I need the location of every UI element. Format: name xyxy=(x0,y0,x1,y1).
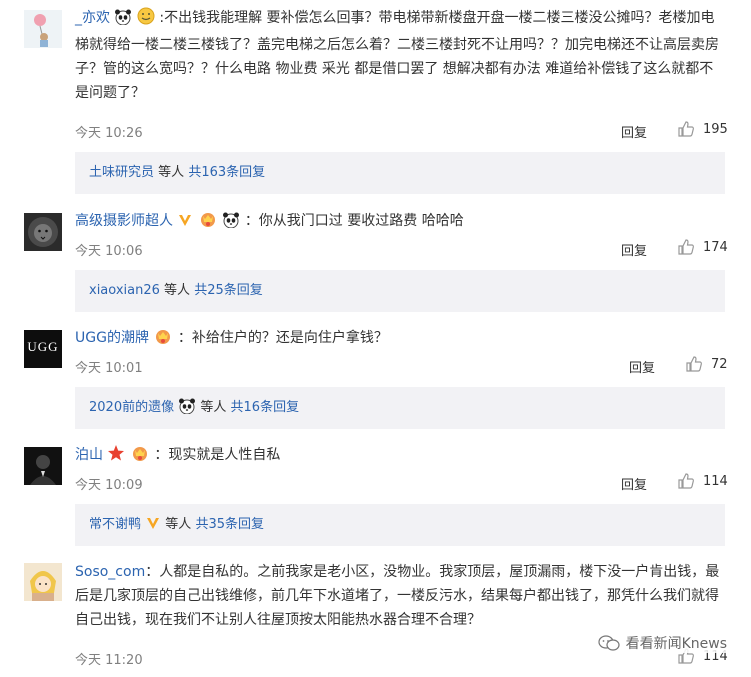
like-count: 174 xyxy=(703,240,728,255)
wechat-icon xyxy=(597,635,620,651)
comment-meta: 今天 10:09 回复 114 xyxy=(75,472,728,494)
watermark-text: 看看新闻Knews xyxy=(625,633,727,653)
avatar[interactable] xyxy=(24,213,62,251)
replies-summary[interactable]: 常不谢鸭 等人 共35条回复 xyxy=(75,504,725,546)
like-count: 114 xyxy=(703,474,728,489)
reply-button[interactable]: 回复 xyxy=(629,357,655,376)
comment-meta: 今天 10:06 回复 174 xyxy=(75,238,728,260)
replies-summary[interactable]: 2020前的遗像 等人 共16条回复 xyxy=(75,387,725,429)
comment-meta: 今天 10:01 回复 72 xyxy=(75,355,728,377)
vip-crown-icon xyxy=(198,210,218,236)
timestamp: 今天 10:26 xyxy=(75,126,143,141)
panda-icon xyxy=(178,390,196,432)
comment-body: UGG的潮牌 ：补给住户的？还是向住户拿钱？ xyxy=(75,326,725,353)
thumbs-up-icon[interactable] xyxy=(685,355,703,373)
username[interactable]: 泊山 xyxy=(75,447,103,463)
reply-user[interactable]: 2020前的遗像 xyxy=(89,400,174,415)
panda-icon xyxy=(114,9,132,33)
smile-emoji-icon xyxy=(137,7,155,33)
thumbs-up-icon[interactable] xyxy=(677,472,695,490)
anime-avatar-icon xyxy=(30,571,56,601)
reply-user[interactable]: 常不谢鸭 xyxy=(89,517,141,532)
like-count: 195 xyxy=(703,122,728,137)
reply-etc: 等人 xyxy=(164,283,191,298)
comment-text: ：人都是自私的。之前我家是老小区，没物业。我家顶层，屋顶漏雨，楼下没一户肯出钱，… xyxy=(75,564,720,628)
like-count: 72 xyxy=(711,357,728,372)
red-star-icon xyxy=(107,444,125,470)
username[interactable]: UGG的潮牌 xyxy=(75,330,149,346)
reply-count-link[interactable]: 共163条回复 xyxy=(188,165,265,180)
avatar[interactable] xyxy=(24,447,62,485)
replies-summary[interactable]: xiaoxian26 等人 共25条回复 xyxy=(75,270,725,312)
comment-text: ：现实就是人性自私 xyxy=(154,447,281,463)
comment-text: ：补给住户的？还是向住户拿钱？ xyxy=(177,330,388,346)
ugg-logo: UGG xyxy=(27,339,59,354)
comment-meta: 今天 10:26 回复 195 xyxy=(75,120,728,142)
vip-crown-icon xyxy=(153,327,173,353)
reply-etc: 等人 xyxy=(165,517,192,532)
comment-body: Soso_com：人都是自私的。之前我家是老小区，没物业。我家顶层，屋顶漏雨，楼… xyxy=(75,560,725,632)
verified-v-icon xyxy=(177,212,193,236)
avatar[interactable]: UGG xyxy=(24,330,62,368)
replies-summary[interactable]: 土味研究员 等人 共163条回复 xyxy=(75,152,725,194)
timestamp: 今天 10:06 xyxy=(75,244,143,259)
reply-user[interactable]: 土味研究员 xyxy=(89,165,154,180)
reply-count-link[interactable]: 共16条回复 xyxy=(231,400,300,415)
vip-crown-icon xyxy=(130,444,150,470)
comment-body: _亦欢 :不出钱我能理解 要补偿怎么回事？带电梯带新楼盘开盘一楼二楼三楼没公摊吗… xyxy=(75,6,725,105)
avatar[interactable] xyxy=(24,563,62,601)
timestamp: 今天 10:01 xyxy=(75,361,143,376)
username[interactable]: 高级摄影师超人 xyxy=(75,213,173,229)
panda-icon xyxy=(222,212,240,236)
reply-button[interactable]: 回复 xyxy=(621,474,647,493)
avatar[interactable] xyxy=(24,10,62,48)
thumbs-up-icon[interactable] xyxy=(677,120,695,138)
thumbs-up-icon[interactable] xyxy=(677,238,695,256)
timestamp: 今天 11:20 xyxy=(75,653,143,668)
comment-body: 高级摄影师超人 ：你从我门口过 要收过路费 哈哈哈 xyxy=(75,209,725,236)
verified-v-icon xyxy=(145,507,161,549)
reply-user[interactable]: xiaoxian26 xyxy=(89,283,160,298)
watermark: 看看新闻Knews xyxy=(597,633,727,653)
reply-etc: 等人 xyxy=(200,400,227,415)
comment-body: 泊山 ：现实就是人性自私 xyxy=(75,443,725,470)
lion-avatar-icon xyxy=(28,217,58,247)
comment-text: :不出钱我能理解 要补偿怎么回事？带电梯带新楼盘开盘一楼二楼三楼没公摊吗？老楼加… xyxy=(75,10,719,101)
username[interactable]: _亦欢 xyxy=(75,10,110,26)
balloon-girl-icon xyxy=(34,14,48,47)
username[interactable]: Soso_com xyxy=(75,564,145,580)
reply-button[interactable]: 回复 xyxy=(621,122,647,141)
reply-count-link[interactable]: 共25条回复 xyxy=(194,283,263,298)
portrait-avatar-icon xyxy=(30,455,56,485)
reply-etc: 等人 xyxy=(158,165,185,180)
comment-text: ：你从我门口过 要收过路费 哈哈哈 xyxy=(244,213,464,229)
timestamp: 今天 10:09 xyxy=(75,478,143,493)
reply-count-link[interactable]: 共35条回复 xyxy=(195,517,264,532)
reply-button[interactable]: 回复 xyxy=(621,240,647,259)
